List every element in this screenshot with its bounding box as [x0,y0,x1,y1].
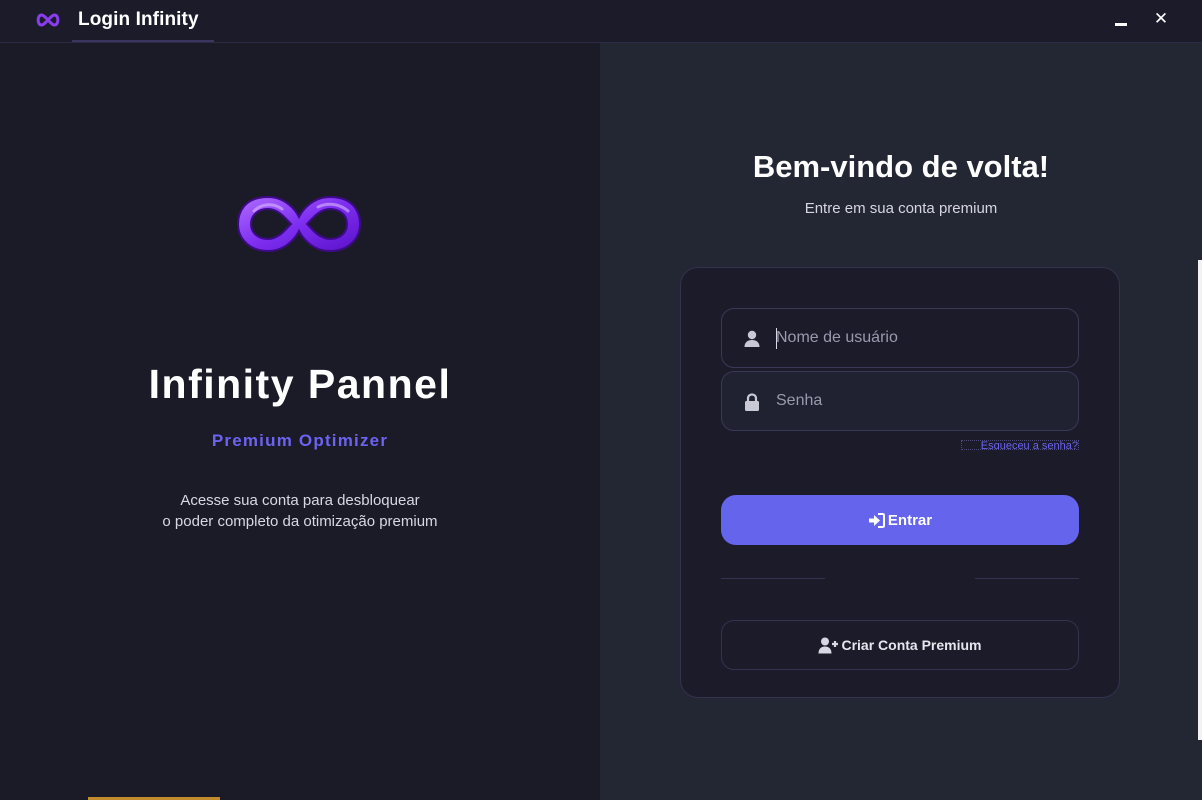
close-button[interactable]: ✕ [1146,6,1176,34]
password-input[interactable] [776,372,1066,430]
infinity-app-icon [36,13,60,27]
title-underline [72,40,214,42]
create-account-label: Criar Conta Premium [841,637,982,653]
enter-button-label: Entrar [887,511,933,529]
description-line-2: o poder completo da otimização premium [162,513,438,530]
username-field[interactable] [721,308,1079,368]
forgot-password-link[interactable]: Esqueceu a senha? [961,440,1079,450]
divider-left [721,578,825,579]
login-card: Esqueceu a senha? Entrar Criar Conta Pre… [680,267,1120,698]
enter-button[interactable]: Entrar [721,495,1079,545]
welcome-subtitle: Entre em sua conta premium [804,200,998,217]
lock-icon [745,393,759,411]
welcome-title: Bem-vindo de volta! [752,149,1050,184]
login-window: Login Infinity ✕ Infinity Pannel Premium… [0,0,1202,800]
user-icon [744,330,760,347]
brand-title: Infinity Pannel [148,361,452,407]
description-line-1: Acesse sua conta para desbloquear [180,492,420,509]
username-input[interactable] [776,309,1066,367]
brand-description: Acesse sua conta para desbloquear o pode… [0,490,600,532]
password-field[interactable] [721,371,1079,431]
text-caret [776,328,777,349]
brand-subtitle: Premium Optimizer [211,431,389,450]
title-bar[interactable]: Login Infinity ✕ [0,0,1202,43]
divider-right [975,578,1079,579]
brand-panel: Infinity Pannel Premium Optimizer Acesse… [0,43,600,800]
infinity-logo-icon [236,195,362,253]
minimize-button[interactable] [1106,6,1136,34]
user-plus-icon [818,637,839,653]
window-title: Login Infinity [78,9,199,30]
create-account-button[interactable]: Criar Conta Premium [721,620,1079,670]
sign-in-icon [868,512,885,528]
window-edge [1196,260,1202,740]
login-panel: Bem-vindo de volta! Entre em sua conta p… [600,43,1202,800]
